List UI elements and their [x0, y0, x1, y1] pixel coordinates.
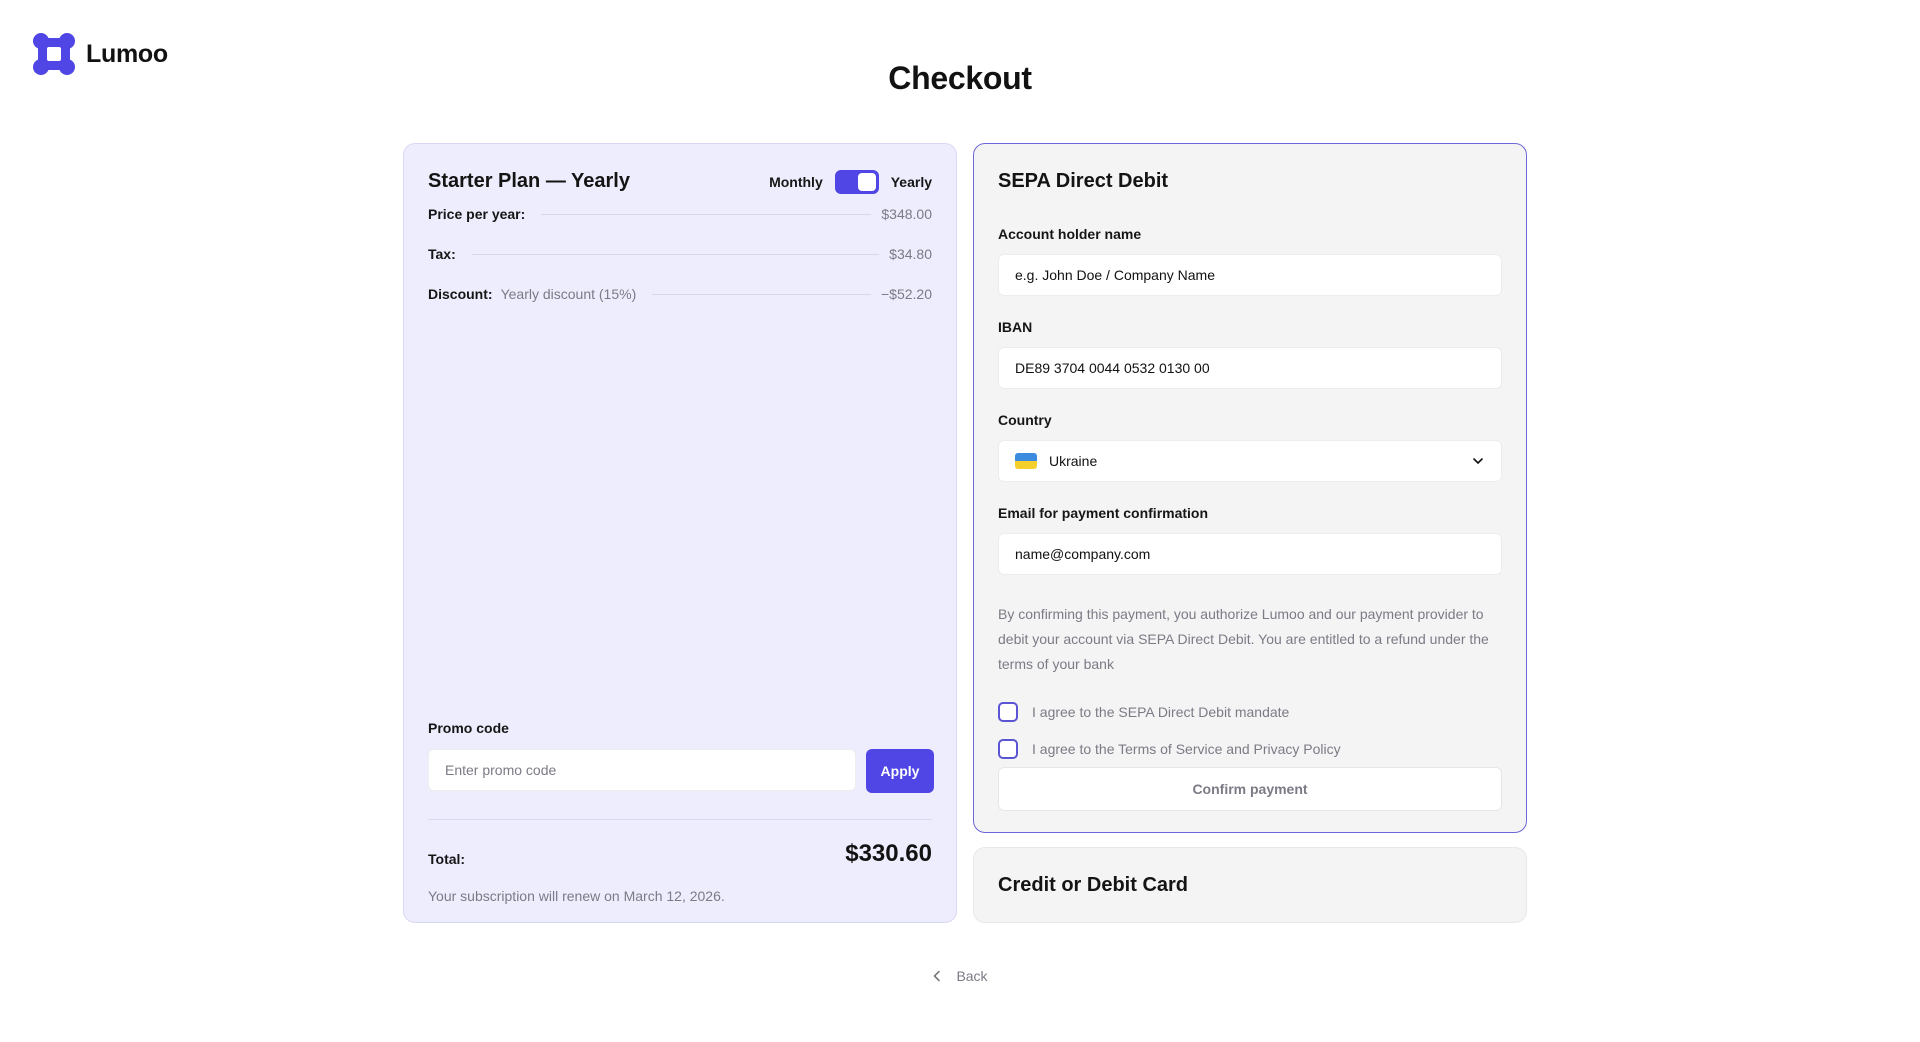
country-select[interactable]: Ukraine [998, 440, 1502, 482]
dotted-leader [471, 253, 880, 255]
tax-value: $34.80 [889, 246, 932, 262]
sepa-consent-text: By confirming this payment, you authoriz… [998, 606, 1489, 672]
order-summary-card: Starter Plan — Yearly Monthly Yearly Pri… [403, 143, 957, 923]
toggle-label-monthly[interactable]: Monthly [769, 174, 823, 190]
ukraine-flag-icon [1015, 453, 1037, 469]
discount-value: −$52.20 [881, 286, 932, 302]
plan-title: Starter Plan — Yearly [428, 170, 630, 192]
tax-label: Tax: [428, 246, 456, 262]
page-title: Checkout [888, 60, 1032, 96]
billing-period-toggle: Monthly Yearly [769, 170, 932, 194]
apply-promo-button[interactable]: Apply [866, 749, 934, 793]
discount-description: Yearly discount (15%) [500, 286, 637, 302]
tax-row: Tax: $34.80 [428, 246, 932, 262]
price-row: Price per year: $348.00 [428, 206, 932, 222]
back-link[interactable]: Back [0, 968, 1920, 984]
sepa-mandate-checkbox-row[interactable]: I agree to the SEPA Direct Debit mandate [998, 702, 1289, 722]
terms-checkbox-row[interactable]: I agree to the Terms of Service and Priv… [998, 739, 1341, 759]
promo-code-label: Promo code [428, 720, 509, 736]
billing-period-switch[interactable] [834, 170, 879, 194]
country-label: Country [998, 412, 1052, 428]
terms-checkbox[interactable] [998, 739, 1018, 759]
total-value: $330.60 [845, 840, 932, 867]
email-input[interactable] [998, 533, 1502, 575]
divider [428, 819, 932, 820]
country-value: Ukraine [1049, 453, 1098, 469]
sepa-mandate-label: I agree to the SEPA Direct Debit mandate [1032, 704, 1290, 720]
discount-row: Discount: Yearly discount (15%) −$52.20 [428, 286, 932, 302]
email-label: Email for payment confirmation [998, 505, 1209, 521]
promo-code-input[interactable] [428, 749, 856, 791]
chevron-down-icon [1473, 458, 1483, 464]
iban-input[interactable] [998, 347, 1502, 389]
credit-card-title: Credit or Debit Card [998, 874, 1189, 896]
toggle-label-yearly[interactable]: Yearly [891, 174, 932, 190]
back-label: Back [956, 968, 988, 984]
iban-label: IBAN [998, 319, 1033, 335]
price-value: $348.00 [881, 206, 932, 222]
sepa-mandate-checkbox[interactable] [998, 702, 1018, 722]
account-holder-input[interactable] [998, 254, 1502, 296]
switch-knob [857, 173, 876, 191]
price-label: Price per year: [428, 206, 526, 222]
account-holder-label: Account holder name [998, 226, 1142, 242]
discount-label: Discount: [428, 286, 493, 302]
dotted-leader [541, 213, 872, 215]
sepa-title: SEPA Direct Debit [998, 170, 1169, 192]
confirm-payment-button[interactable]: Confirm payment [998, 767, 1502, 811]
renewal-note: Your subscription will renew on March 12… [428, 888, 725, 904]
sepa-payment-card[interactable]: SEPA Direct Debit Account holder name IB… [973, 143, 1527, 833]
credit-card-option[interactable]: Credit or Debit Card [973, 847, 1527, 923]
chevron-left-icon [934, 970, 941, 982]
terms-label: I agree to the Terms of Service and Priv… [1032, 741, 1341, 757]
dotted-leader [652, 293, 871, 295]
total-label: Total: [428, 851, 466, 867]
